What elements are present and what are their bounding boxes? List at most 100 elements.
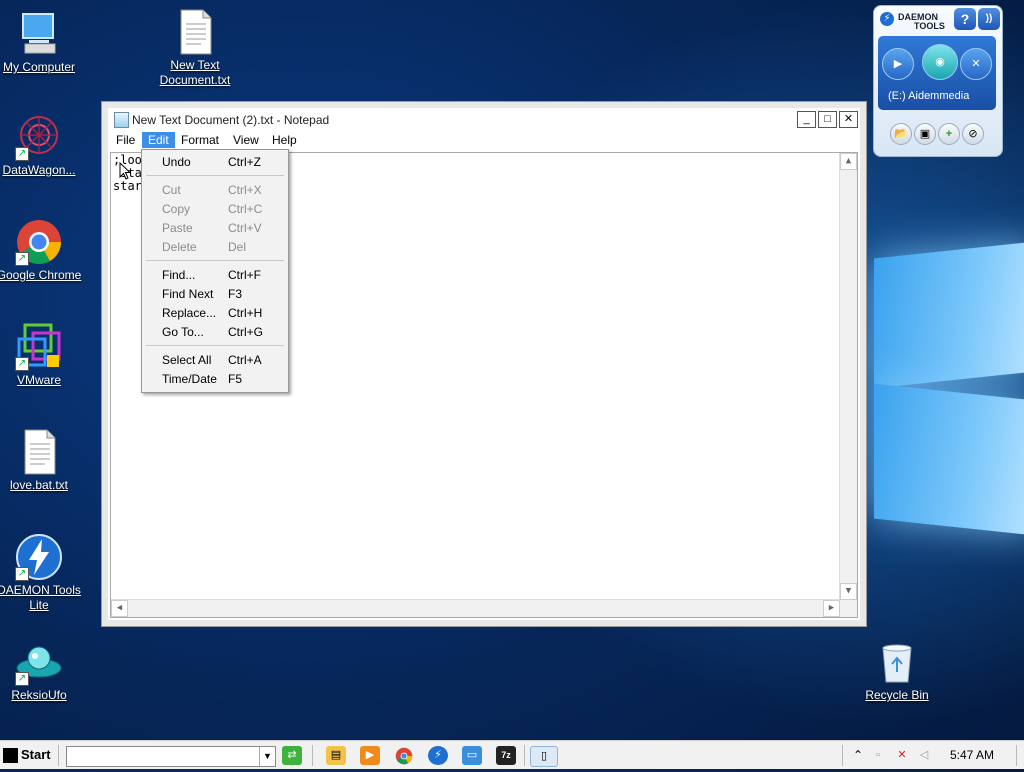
menu-item-replace[interactable]: Replace... Ctrl+H bbox=[142, 303, 288, 322]
daemon-tools-icon: ↗ bbox=[15, 533, 63, 581]
mount-play-icon[interactable]: ▶ bbox=[882, 48, 914, 80]
vmware-icon: ↗ bbox=[15, 323, 63, 371]
text-file-icon bbox=[15, 428, 63, 476]
menu-view[interactable]: View bbox=[227, 132, 265, 148]
go-arrows-icon[interactable]: ⇄ bbox=[282, 746, 302, 765]
desktop-icon-reksioufo[interactable]: ↗ ReksioUfo bbox=[0, 638, 87, 703]
menu-item-shortcut: Ctrl+G bbox=[228, 325, 264, 339]
desktop-icon-google-chrome[interactable]: ↗ Google Chrome bbox=[0, 218, 87, 283]
open-image-icon[interactable]: 📂 bbox=[890, 123, 912, 145]
media-player-icon[interactable]: ▶ bbox=[360, 746, 380, 765]
settings-wrench-icon[interactable]: ✕ bbox=[960, 48, 992, 80]
menu-separator bbox=[146, 175, 284, 176]
help-button[interactable]: ? bbox=[954, 8, 976, 30]
menu-item-go-to[interactable]: Go To... Ctrl+G bbox=[142, 322, 288, 341]
scroll-down-arrow-icon[interactable]: ▼ bbox=[840, 583, 857, 600]
menu-item-label: Undo bbox=[162, 155, 191, 169]
volume-icon[interactable]: ◁ bbox=[914, 746, 934, 765]
menu-item-delete: Delete Del bbox=[142, 237, 288, 256]
title-bar[interactable]: New Text Document (2).txt - Notepad _ □ … bbox=[108, 108, 860, 130]
desktop-icon-daemon-tools[interactable]: ↗ DAEMON Tools Lite bbox=[0, 533, 87, 613]
datawagon-icon: ↗ bbox=[15, 113, 63, 161]
resize-grip[interactable] bbox=[840, 600, 857, 617]
tray-app-icon[interactable]: ▫ bbox=[868, 746, 888, 765]
desktop-icon-my-computer[interactable]: My Computer bbox=[0, 10, 87, 75]
desktop-icon-datawagon[interactable]: ↗ DataWagon... bbox=[0, 113, 87, 178]
menu-separator bbox=[146, 260, 284, 261]
daemon-tools-gadget[interactable]: ⚡ DAEMON TOOLS ? )) ▶ ◉ ✕ (E:) Aidemmedi… bbox=[873, 5, 1003, 157]
chrome-icon: ↗ bbox=[15, 218, 63, 266]
menu-item-find-next[interactable]: Find Next F3 bbox=[142, 284, 288, 303]
maximize-button[interactable]: □ bbox=[818, 111, 837, 128]
mouse-cursor-icon bbox=[119, 162, 131, 180]
close-button[interactable]: ✕ bbox=[839, 111, 858, 128]
desktop-icon-label: ReksioUfo bbox=[11, 688, 67, 702]
7zip-icon[interactable]: 7z bbox=[496, 746, 516, 765]
menu-item-select-all[interactable]: Select All Ctrl+A bbox=[142, 350, 288, 369]
menu-format[interactable]: Format bbox=[175, 132, 225, 148]
add-drive-icon[interactable]: + bbox=[938, 123, 960, 145]
desktop-icon-new-text-document[interactable]: New Text Document.txt bbox=[147, 8, 243, 88]
wallpaper-pane-top bbox=[874, 241, 1024, 389]
virtual-drive-panel[interactable]: ▶ ◉ ✕ (E:) Aidemmedia bbox=[878, 36, 996, 110]
computer-icon bbox=[15, 10, 63, 58]
scroll-left-arrow-icon[interactable]: ◀ bbox=[111, 600, 128, 617]
menu-item-label: Time/Date bbox=[162, 372, 217, 386]
show-hidden-icons-chevron-icon[interactable]: ⌃ bbox=[848, 746, 868, 765]
window-title: New Text Document (2).txt - Notepad bbox=[132, 113, 330, 127]
rss-feed-button[interactable]: )) bbox=[978, 8, 1000, 30]
desktop-icon-love-bat[interactable]: love.bat.txt bbox=[0, 428, 87, 493]
chevron-down-icon[interactable]: ▼ bbox=[259, 747, 275, 766]
daemon-logo-icon: ⚡ bbox=[880, 12, 894, 26]
drive-label: (E:) Aidemmedia bbox=[888, 90, 970, 102]
menu-item-label: Cut bbox=[162, 183, 181, 197]
shortcut-arrow-icon: ↗ bbox=[15, 147, 29, 161]
menu-file[interactable]: File bbox=[110, 132, 141, 148]
desktop-icon-label: love.bat.txt bbox=[9, 478, 69, 492]
daemon-brand-line2: TOOLS bbox=[914, 21, 945, 31]
desktop-icon-label: Recycle Bin bbox=[865, 688, 929, 702]
file-explorer-icon[interactable]: ▤ bbox=[326, 746, 346, 765]
menu-item-label: Copy bbox=[162, 202, 191, 216]
menu-item-undo[interactable]: Undo Ctrl+Z bbox=[142, 152, 288, 171]
minimize-button[interactable]: _ bbox=[797, 111, 816, 128]
recycle-bin-icon bbox=[873, 638, 921, 686]
menu-edit[interactable]: Edit bbox=[142, 132, 175, 148]
desktop-icon-vmware[interactable]: ↗ VMware bbox=[0, 323, 87, 388]
start-button[interactable]: Start bbox=[3, 745, 51, 765]
menu-item-shortcut: Ctrl+Z bbox=[228, 155, 261, 169]
network-disconnected-icon[interactable]: ✕ bbox=[892, 746, 912, 765]
desktop-icon-recycle-bin[interactable]: Recycle Bin bbox=[849, 638, 945, 703]
menu-item-shortcut: Ctrl+V bbox=[228, 221, 262, 235]
scroll-right-arrow-icon[interactable]: ▶ bbox=[823, 600, 840, 617]
menu-item-label: Paste bbox=[162, 221, 193, 235]
scroll-up-arrow-icon[interactable]: ▲ bbox=[840, 153, 857, 170]
horizontal-scrollbar[interactable]: ◀ ▶ bbox=[111, 599, 840, 617]
menu-item-find[interactable]: Find... Ctrl+F bbox=[142, 265, 288, 284]
show-desktop-button[interactable] bbox=[1016, 745, 1017, 766]
menu-help[interactable]: Help bbox=[266, 132, 303, 148]
vertical-scrollbar[interactable]: ▲ ▼ bbox=[839, 153, 857, 600]
menu-item-time-date[interactable]: Time/Date F5 bbox=[142, 369, 288, 388]
clock[interactable]: 5:47 AM bbox=[950, 748, 994, 762]
address-combobox[interactable]: ▼ bbox=[66, 746, 276, 767]
menu-item-shortcut: Ctrl+C bbox=[228, 202, 263, 216]
daemon-taskbar-icon[interactable]: ⚡ bbox=[428, 746, 448, 765]
taskbar-separator bbox=[524, 745, 525, 766]
daemon-toolbar: 📂 ▣ + ⊘ bbox=[886, 123, 986, 145]
desktop-window-icon[interactable]: ▭ bbox=[462, 746, 482, 765]
image-catalog-icon[interactable]: ▣ bbox=[914, 123, 936, 145]
remove-drive-icon[interactable]: ⊘ bbox=[962, 123, 984, 145]
menu-item-label: Find Next bbox=[162, 287, 214, 301]
notepad-icon bbox=[114, 112, 129, 128]
text-file-icon bbox=[171, 8, 219, 56]
menu-item-copy: Copy Ctrl+C bbox=[142, 199, 288, 218]
shortcut-arrow-icon: ↗ bbox=[15, 252, 29, 266]
notepad-taskbar-button[interactable]: ▯ bbox=[530, 746, 558, 767]
menu-item-label: Replace... bbox=[162, 306, 217, 320]
chrome-taskbar-icon[interactable] bbox=[394, 746, 414, 765]
menu-bar: File Edit Format View Help bbox=[108, 130, 860, 150]
wallpaper-pane-bottom bbox=[874, 383, 1024, 536]
menu-item-label: Delete bbox=[162, 240, 197, 254]
edit-menu-dropdown: Undo Ctrl+Z Cut Ctrl+X Copy Ctrl+C Paste… bbox=[141, 149, 289, 393]
